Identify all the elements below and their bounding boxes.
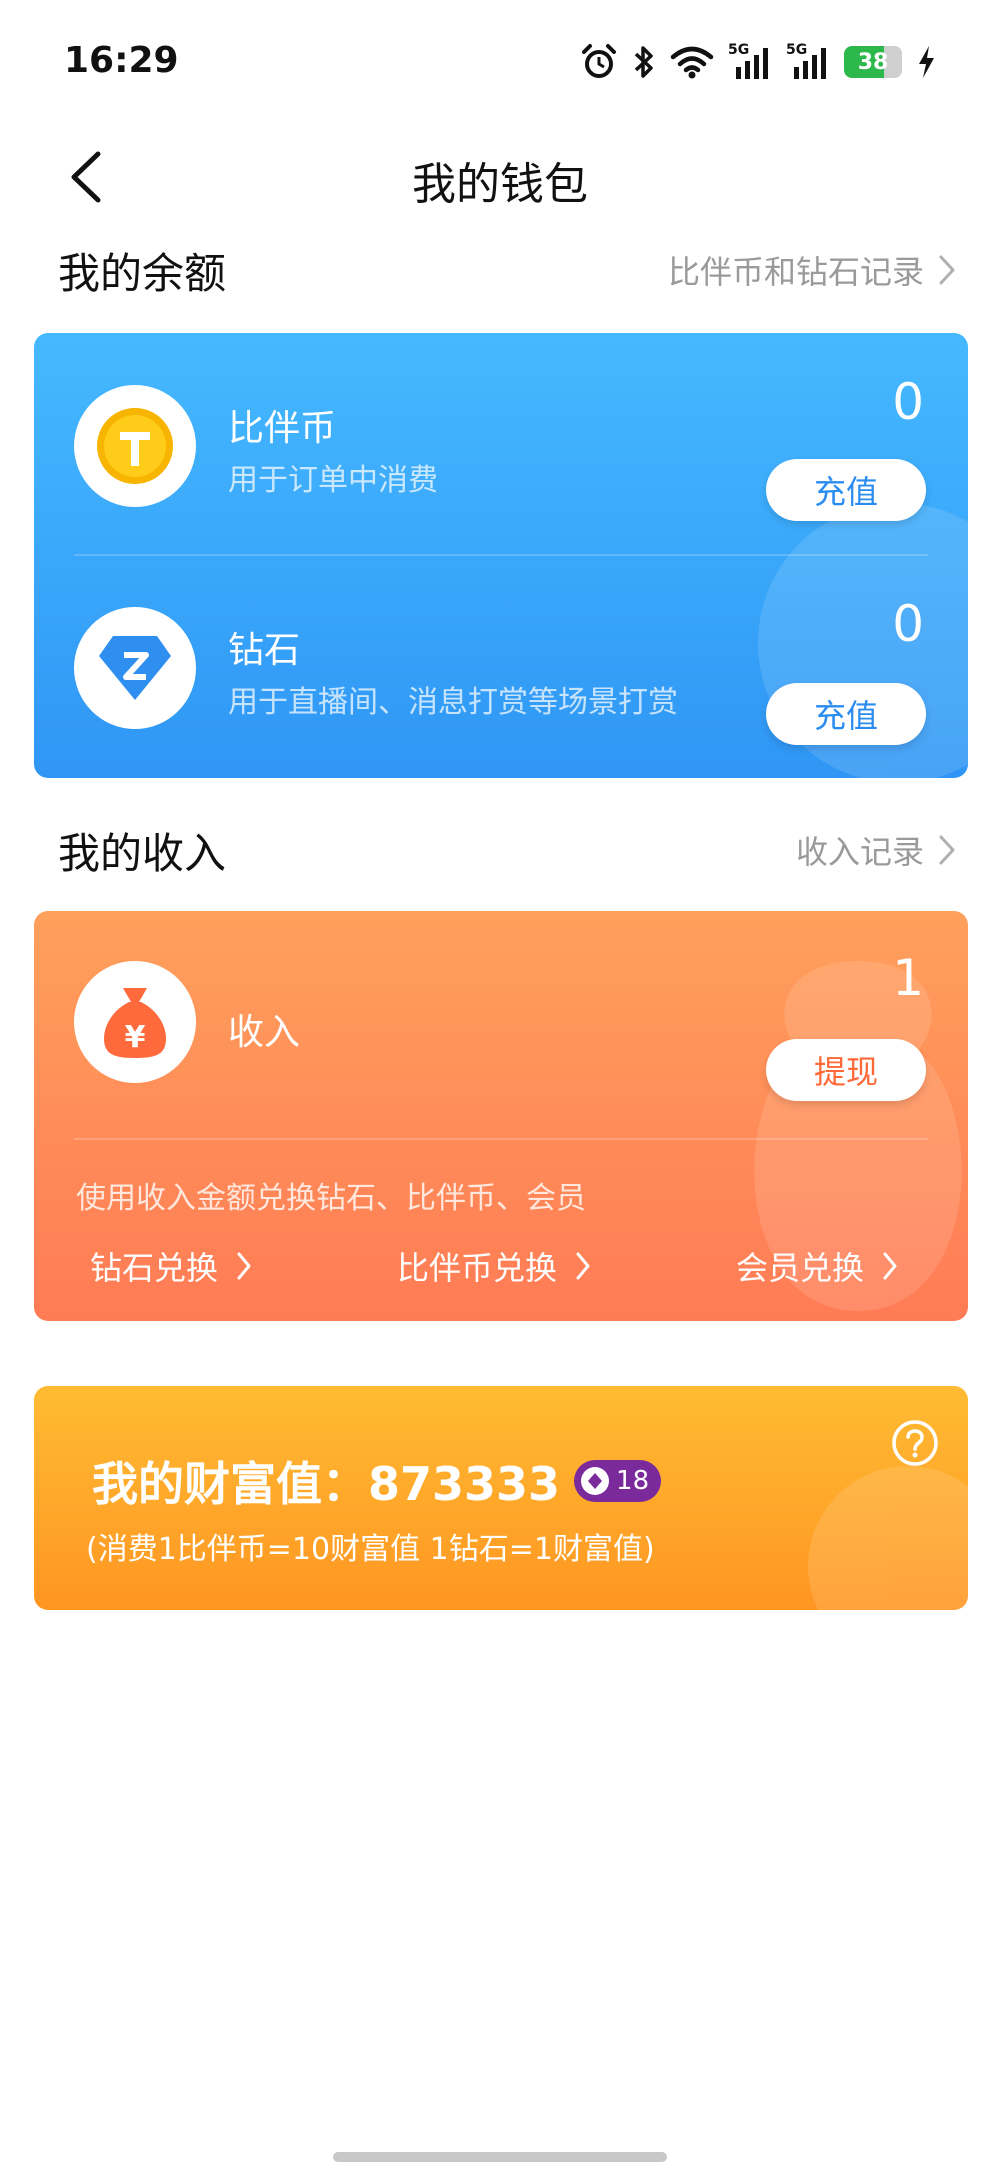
balance-records-link[interactable]: 比伴币和钻石记录	[668, 247, 956, 293]
watermark-icon	[808, 1466, 968, 1610]
diamond-exchange-label: 钻石兑换	[90, 1249, 219, 1287]
diamond-recharge-button[interactable]: 充值	[766, 683, 926, 745]
income-records-label: 收入记录	[795, 833, 924, 871]
status-bar: 16:29 5G 5G 38	[0, 0, 1000, 120]
bluetooth-icon	[634, 46, 653, 78]
vip-exchange-link[interactable]: 会员兑换	[736, 1243, 898, 1289]
alarm-icon	[582, 44, 616, 78]
exchange-links: 钻石兑换 比伴币兑换 会员兑换	[90, 1243, 898, 1289]
income-section-header: 我的收入 收入记录	[58, 820, 956, 880]
diamond-row: 钻石 用于直播间、消息打赏等场景打赏 0 充值	[34, 555, 968, 778]
nav-bar: 我的钱包	[0, 120, 1000, 230]
diamond-desc: 用于直播间、消息打赏等场景打赏	[228, 685, 678, 720]
wealth-title: 我的财富值：873333 18	[92, 1448, 662, 1514]
withdraw-button[interactable]: 提现	[766, 1039, 926, 1101]
money-bag-icon-wrap: ¥	[74, 961, 196, 1083]
diamond-icon-wrap	[74, 607, 196, 729]
exchange-hint: 使用收入金额兑换钻石、比伴币、会员	[76, 1181, 586, 1216]
battery-level: 38	[857, 49, 889, 75]
diamond-exchange-link[interactable]: 钻石兑换	[90, 1243, 252, 1289]
wealth-level: 18	[616, 1466, 650, 1496]
status-time: 16:29	[64, 40, 179, 81]
chevron-right-icon	[939, 835, 955, 865]
balance-records-label: 比伴币和钻石记录	[667, 253, 924, 291]
chevron-right-icon	[883, 1252, 897, 1280]
chevron-right-icon	[939, 255, 955, 285]
money-bag-symbol: ¥	[125, 1020, 146, 1055]
coin-row: 比伴币 用于订单中消费 0 充值	[34, 333, 968, 553]
diamond-name: 钻石	[228, 630, 301, 671]
page-title: 我的钱包	[412, 159, 588, 210]
coin-exchange-link[interactable]: 比伴币兑换	[397, 1243, 591, 1289]
status-icons: 5G 5G 38	[580, 42, 936, 82]
wealth-card: 我的财富值：873333 18 (消费1比伴币=10财富值 1钻石=1财富值)	[34, 1386, 968, 1610]
balance-section-header: 我的余额 比伴币和钻石记录	[58, 240, 956, 300]
coin-desc: 用于订单中消费	[228, 463, 438, 498]
coin-icon	[97, 408, 173, 484]
income-records-link[interactable]: 收入记录	[796, 827, 956, 873]
help-icon[interactable]	[890, 1418, 940, 1468]
wealth-title-text: 我的财富值：873333	[92, 1457, 561, 1511]
wealth-level-badge: 18	[574, 1460, 662, 1502]
wifi-icon	[670, 46, 714, 79]
coin-name: 比伴币	[228, 408, 337, 449]
wealth-rule: (消费1比伴币=10财富值 1钻石=1财富值)	[86, 1532, 655, 1567]
home-indicator[interactable]	[333, 2152, 667, 2162]
money-bag-icon: ¥	[104, 988, 166, 1058]
charging-icon	[919, 46, 934, 78]
income-section-title: 我的收入	[58, 828, 227, 878]
diamond-icon	[99, 636, 171, 700]
signal-icon: 5G	[786, 43, 830, 81]
balance-section-title: 我的余额	[58, 248, 227, 298]
chevron-right-icon	[576, 1252, 590, 1280]
diamond-badge-icon	[581, 1467, 610, 1495]
coin-value: 0	[892, 373, 924, 431]
network-type-label: 5G	[786, 42, 808, 58]
income-value: 1	[892, 949, 924, 1007]
vip-exchange-label: 会员兑换	[735, 1249, 864, 1287]
wallet-page: 16:29 5G 5G 38 我的钱包 我的余额 比伴币和钻石记录 比伴币 用于…	[0, 0, 1000, 2178]
balance-card: 比伴币 用于订单中消费 0 充值 钻石 用于直播间、消息打赏等场景打赏 0 充值	[34, 333, 968, 778]
diamond-value: 0	[892, 595, 924, 653]
income-name: 收入	[228, 1012, 301, 1053]
chevron-right-icon	[237, 1252, 251, 1280]
card-divider	[74, 1138, 928, 1140]
battery-icon: 38	[844, 46, 902, 78]
network-type-label: 5G	[728, 42, 750, 58]
signal-icon: 5G	[728, 43, 772, 81]
income-card: ¥ 收入 1 提现 使用收入金额兑换钻石、比伴币、会员 钻石兑换 比伴币兑换 会…	[34, 911, 968, 1321]
coin-exchange-label: 比伴币兑换	[396, 1249, 557, 1287]
coin-recharge-button[interactable]: 充值	[766, 459, 926, 521]
coin-icon-wrap	[74, 385, 196, 507]
